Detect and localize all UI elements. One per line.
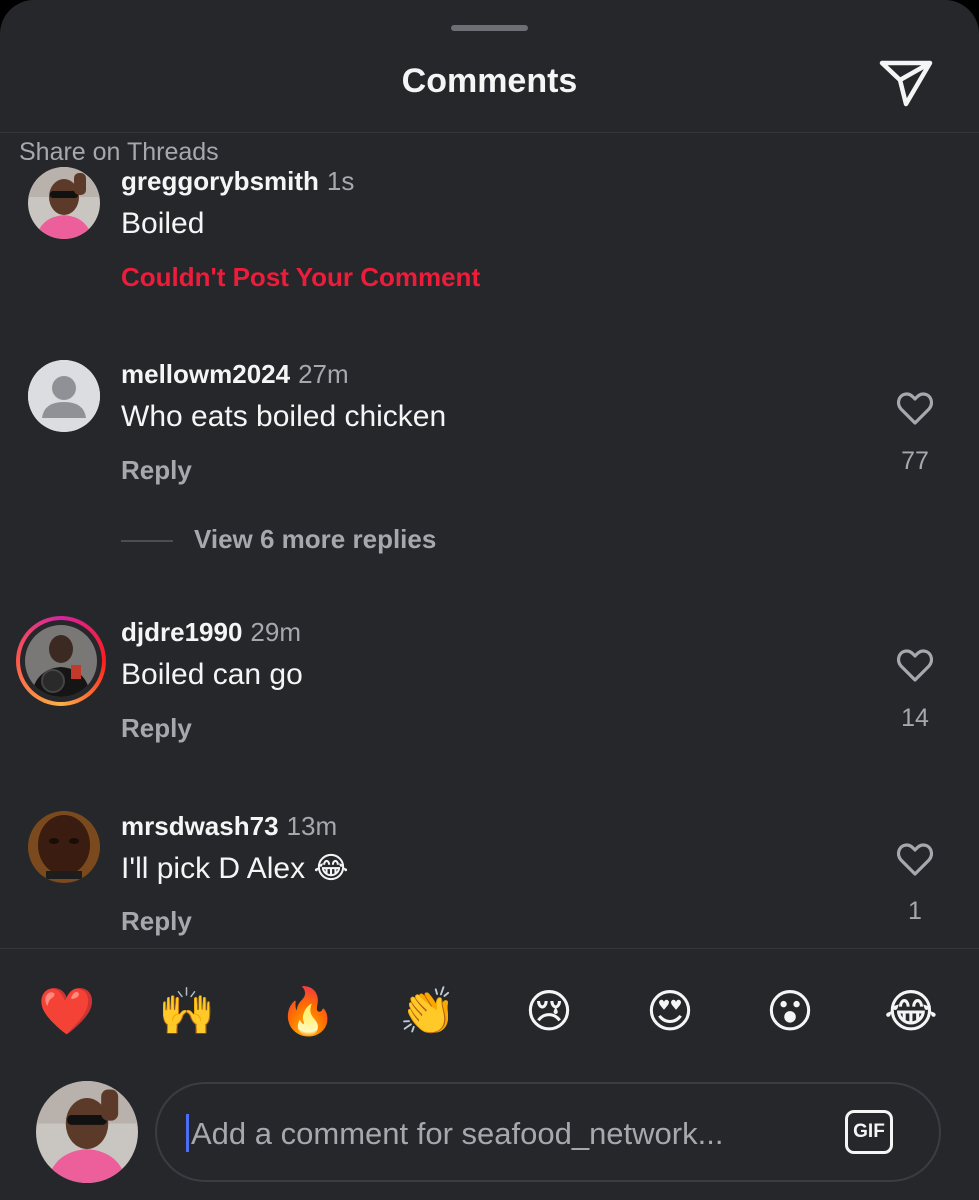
avatar[interactable]: [36, 1081, 138, 1183]
like-count: 77: [901, 447, 929, 475]
like-count: 14: [901, 704, 929, 732]
post-error-status[interactable]: Couldn't Post Your Comment: [121, 262, 480, 293]
raising-hands-emoji-button[interactable]: 🙌: [156, 980, 218, 1042]
view-more-replies-button[interactable]: View 6 more replies: [194, 524, 436, 555]
comment-username[interactable]: djdre1990 29m: [121, 617, 301, 648]
surprised-emoji-button[interactable]: 😮: [759, 980, 821, 1042]
comment-text: Who eats boiled chicken: [121, 400, 447, 433]
crying-emoji-button[interactable]: 😢: [518, 980, 580, 1042]
reply-button[interactable]: Reply: [121, 455, 192, 486]
header-divider: [0, 132, 979, 133]
reply-button[interactable]: Reply: [121, 713, 192, 744]
gif-button[interactable]: GIF: [845, 1110, 893, 1154]
comment-input[interactable]: [189, 1108, 823, 1160]
avatar[interactable]: [28, 360, 100, 432]
comment-time: 1s: [326, 166, 355, 196]
page-title: Comments: [401, 62, 578, 100]
like-count: 1: [908, 897, 922, 925]
username-text[interactable]: mrsdwash73: [121, 811, 279, 841]
fire-emoji-button[interactable]: 🔥: [277, 980, 339, 1042]
username-text[interactable]: greggorybsmith: [121, 166, 319, 196]
reply-button[interactable]: Reply: [121, 906, 192, 937]
avatar[interactable]: [28, 167, 100, 239]
avatar[interactable]: [25, 625, 97, 697]
story-ring[interactable]: [16, 616, 106, 706]
comment-composer[interactable]: GIF: [155, 1082, 941, 1182]
heart-eyes-emoji-button[interactable]: 😍: [639, 980, 701, 1042]
comment-time: 29m: [250, 617, 301, 647]
avatar[interactable]: [28, 811, 100, 883]
laughing-emoji-button[interactable]: 😂: [880, 980, 942, 1042]
comment-text: Boiled: [121, 207, 205, 240]
comment-username[interactable]: greggorybsmith 1s: [121, 166, 354, 197]
heart-icon[interactable]: [895, 646, 935, 686]
heart-icon[interactable]: [895, 389, 935, 429]
comment-username[interactable]: mellowm2024 27m: [121, 359, 349, 390]
drag-handle[interactable]: [451, 25, 528, 31]
heart-emoji-button[interactable]: ❤️: [36, 980, 98, 1042]
comment-username[interactable]: mrsdwash73 13m: [121, 811, 337, 842]
username-text[interactable]: mellowm2024: [121, 359, 290, 389]
composer-divider: [0, 948, 979, 949]
comment-text: I'll pick D Alex 😂: [121, 852, 349, 885]
reaction-bar: ❤️ 🙌 🔥 👏 😢 😍 😮 😂: [0, 980, 979, 1050]
replies-divider-line: [121, 540, 173, 542]
comment-text: Boiled can go: [121, 658, 303, 691]
comment-time: 27m: [298, 359, 349, 389]
username-text[interactable]: djdre1990: [121, 617, 242, 647]
share-on-threads-label[interactable]: Share on Threads: [19, 138, 219, 167]
comment-time: 13m: [286, 811, 338, 841]
clapping-emoji-button[interactable]: 👏: [397, 980, 459, 1042]
heart-icon[interactable]: [895, 840, 935, 880]
paper-plane-icon[interactable]: [876, 54, 936, 110]
comments-sheet: Comments Share on Threads greggorybsmith…: [0, 0, 979, 1200]
